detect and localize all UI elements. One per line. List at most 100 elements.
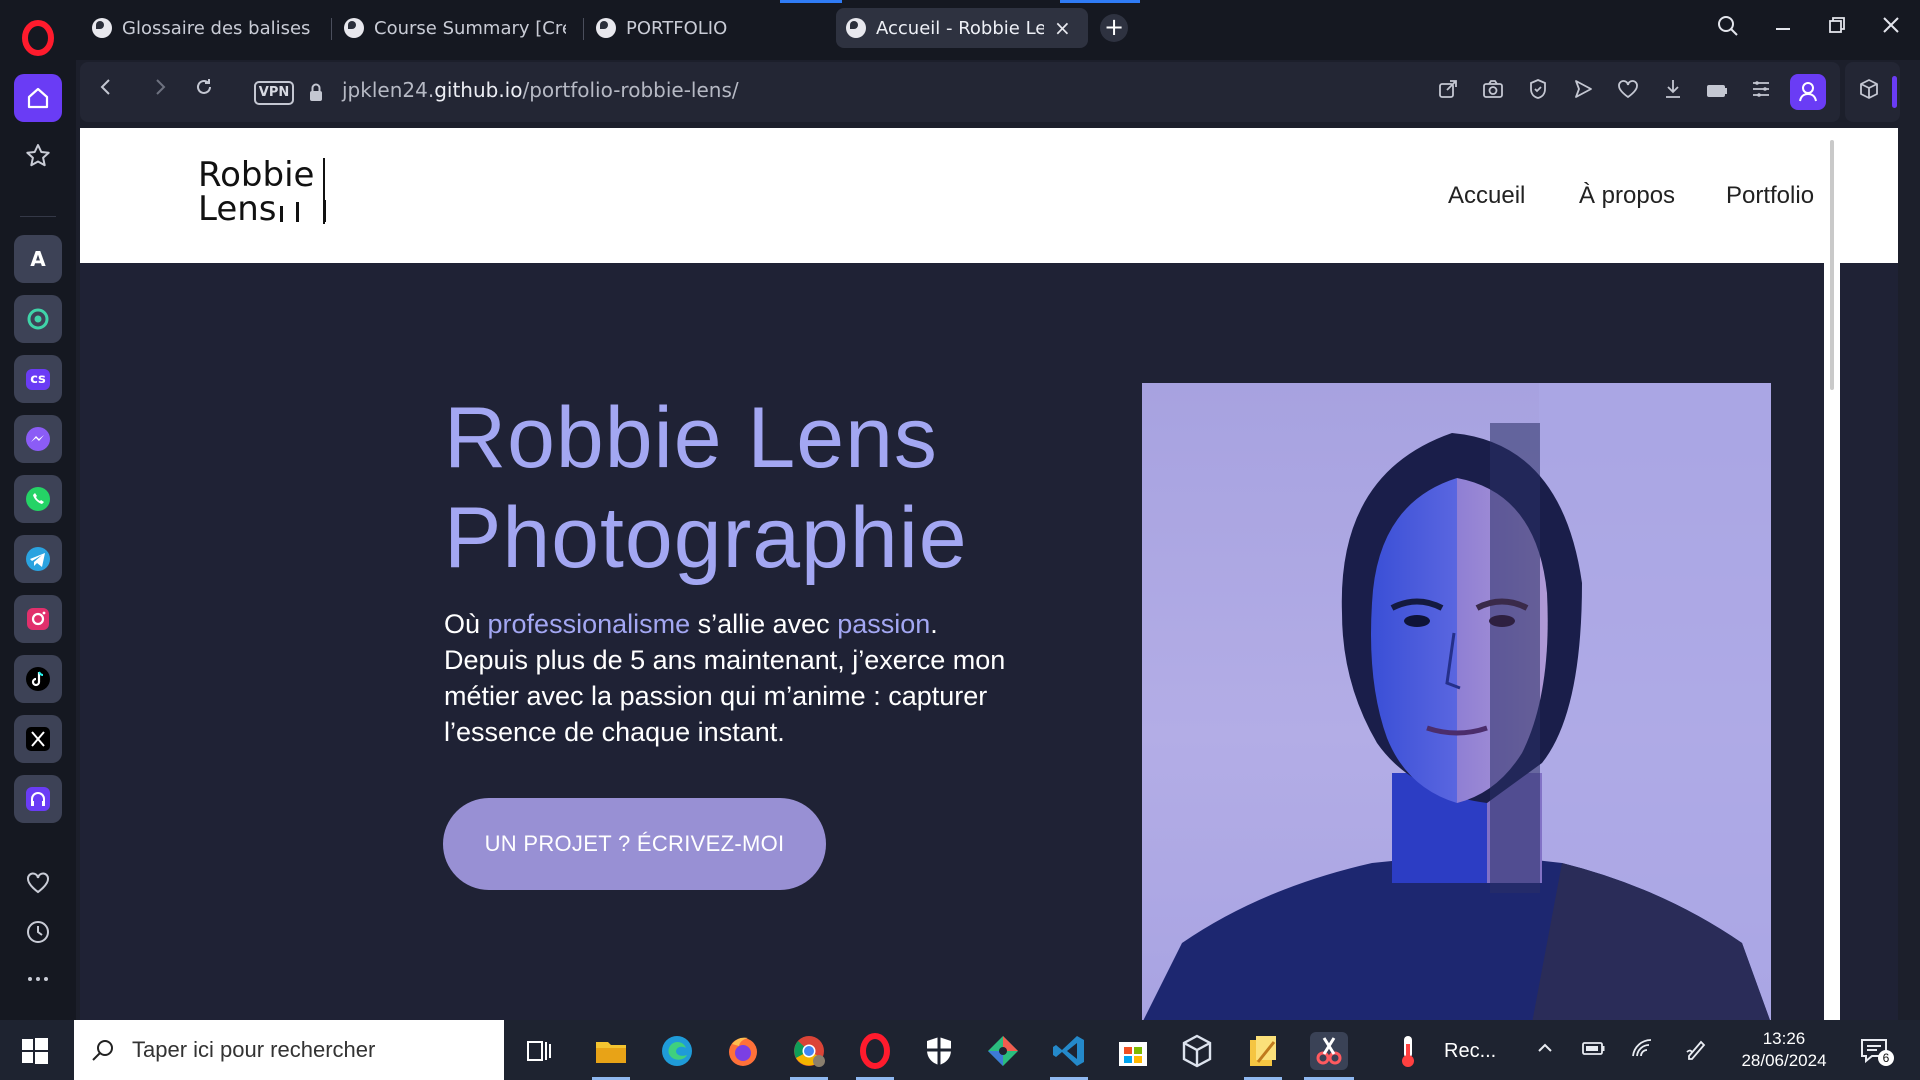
browser-sidebar: A cs — [0, 0, 76, 1020]
globe-icon — [344, 18, 364, 38]
task-view-icon[interactable] — [520, 1032, 558, 1070]
more-options-icon[interactable] — [22, 966, 54, 998]
close-tab-icon[interactable]: × — [1054, 16, 1071, 40]
instagram-icon[interactable] — [14, 595, 62, 643]
heart-icon[interactable] — [22, 870, 54, 902]
tab-title: Glossaire des balises HTM — [122, 17, 314, 39]
tab-separator — [331, 18, 332, 40]
music-player-icon[interactable] — [14, 775, 62, 823]
url-path: /portfolio-robbie-lens/ — [522, 78, 739, 102]
share-icon[interactable] — [1434, 78, 1462, 106]
favorites-star-icon[interactable] — [22, 142, 54, 174]
nav-portfolio[interactable]: Portfolio — [1726, 182, 1814, 210]
highlight-passion: passion — [837, 609, 931, 639]
tab-loading-indicator — [1060, 0, 1140, 3]
clock-date: 28/06/2024 — [1741, 1051, 1827, 1070]
file-explorer-icon[interactable] — [592, 1032, 630, 1070]
chatsonic-icon[interactable]: cs — [14, 355, 62, 403]
globe-icon — [596, 18, 616, 38]
telegram-icon[interactable] — [14, 535, 62, 583]
tab-accueil-active[interactable]: Accueil - Robbie Lens × — [836, 8, 1088, 48]
firefox-icon[interactable] — [724, 1032, 762, 1070]
back-icon[interactable] — [90, 76, 122, 108]
messenger-icon[interactable] — [14, 415, 62, 463]
send-flow-icon[interactable] — [1569, 78, 1597, 106]
tab-portfolio[interactable]: PORTFOLIO — [586, 8, 816, 48]
globe-icon — [846, 18, 866, 38]
vpn-badge[interactable]: VPN — [254, 81, 294, 105]
x-twitter-icon[interactable] — [14, 715, 62, 763]
home-button[interactable] — [14, 74, 62, 122]
easy-setup-icon[interactable] — [1747, 78, 1775, 106]
hero-description: Où professionalisme s’allie avec passion… — [444, 606, 1024, 750]
portrait-illustration — [1143, 383, 1771, 1020]
aria-ai-icon[interactable]: A — [14, 235, 62, 283]
git-kraken-icon[interactable] — [984, 1032, 1022, 1070]
hero-text-part: Où — [444, 609, 488, 639]
stickies-app-icon[interactable] — [1244, 1032, 1282, 1070]
battery-saver-icon[interactable] — [1703, 78, 1731, 106]
shield-icon[interactable] — [1524, 78, 1552, 106]
tab-loading-indicator — [780, 0, 842, 3]
thermometer-app-icon[interactable] — [1394, 1032, 1422, 1070]
close-window-icon[interactable] — [1876, 14, 1906, 44]
windows-start-icon[interactable] — [22, 1038, 48, 1064]
vscode-icon[interactable] — [1050, 1032, 1088, 1070]
edge-icon[interactable] — [658, 1032, 696, 1070]
contact-cta-button[interactable]: UN PROJET ? ÉCRIVEZ-MOI — [443, 798, 826, 890]
recording-app-label[interactable]: Rec... — [1444, 1040, 1496, 1063]
hero-text-part: . — [930, 609, 938, 639]
new-tab-button[interactable]: + — [1100, 14, 1128, 42]
globe-icon — [92, 18, 112, 38]
taskbar-search-box[interactable]: Taper ici pour rechercher — [74, 1020, 504, 1080]
notification-count-badge: 6 — [1878, 1050, 1894, 1066]
minimize-icon[interactable] — [1768, 14, 1798, 44]
whatsapp-icon[interactable] — [14, 475, 62, 523]
search-tabs-icon[interactable] — [1713, 14, 1743, 44]
tiktok-icon[interactable] — [14, 655, 62, 703]
battery-icon[interactable] — [1582, 1038, 1606, 1063]
tab-title: PORTFOLIO — [626, 17, 728, 39]
tab-title: Course Summary [Créez vo — [374, 17, 566, 39]
extensions-toolbar — [1845, 62, 1900, 122]
search-placeholder: Taper ici pour rechercher — [132, 1037, 376, 1062]
url-field[interactable]: jpklen24.github.io/portfolio-robbie-lens… — [342, 78, 739, 102]
tab-title: Accueil - Robbie Lens — [876, 17, 1044, 39]
chatgpt-icon[interactable] — [14, 295, 62, 343]
hero-title: Robbie Lens Photographie — [444, 388, 968, 588]
nav-a-propos[interactable]: À propos — [1579, 182, 1675, 210]
url-prefix: jpklen24. — [342, 78, 435, 102]
restore-icon[interactable] — [1822, 14, 1852, 44]
web-page: Robbie Lens Accueil À propos Portfolio R… — [80, 128, 1898, 1020]
scrollbar-thumb[interactable] — [1830, 140, 1834, 390]
microsoft-store-icon[interactable] — [1114, 1032, 1152, 1070]
show-hidden-icons-chevron[interactable] — [1535, 1038, 1555, 1063]
opera-taskbar-icon[interactable] — [856, 1032, 894, 1070]
extensions-cube-icon[interactable] — [1855, 78, 1883, 106]
download-icon[interactable] — [1659, 78, 1687, 106]
virtualbox-icon[interactable] — [1178, 1032, 1216, 1070]
profile-avatar-button[interactable] — [1790, 74, 1826, 110]
tab-course-summary[interactable]: Course Summary [Créez vo — [334, 8, 576, 48]
notifications-icon[interactable]: 6 — [1858, 1034, 1894, 1068]
snipping-tool-icon[interactable] — [1310, 1032, 1348, 1070]
camera-icon[interactable] — [1479, 78, 1507, 106]
portrait-photo — [1142, 383, 1771, 1020]
opera-logo-icon[interactable] — [20, 20, 56, 56]
lock-icon[interactable] — [308, 82, 324, 102]
hero-text-part: s’allie avec — [690, 609, 838, 639]
security-shield-icon[interactable] — [920, 1032, 958, 1070]
tab-glossaire[interactable]: Glossaire des balises HTM — [82, 8, 324, 48]
system-clock[interactable]: 13:26 28/06/2024 — [1724, 1028, 1844, 1072]
logo-bars-graphic — [280, 200, 326, 222]
nav-accueil[interactable]: Accueil — [1448, 182, 1525, 210]
chrome-icon[interactable] — [790, 1032, 828, 1070]
forward-icon[interactable] — [144, 76, 176, 108]
reload-icon[interactable] — [188, 76, 220, 108]
sidebar-indicator — [1892, 76, 1897, 108]
wifi-icon[interactable] — [1630, 1038, 1654, 1063]
bookmark-heart-icon[interactable] — [1614, 78, 1642, 106]
history-clock-icon[interactable] — [22, 919, 54, 951]
hero-text-body: Depuis plus de 5 ans maintenant, j’exerc… — [444, 645, 1006, 747]
pen-workspace-icon[interactable] — [1685, 1038, 1709, 1065]
